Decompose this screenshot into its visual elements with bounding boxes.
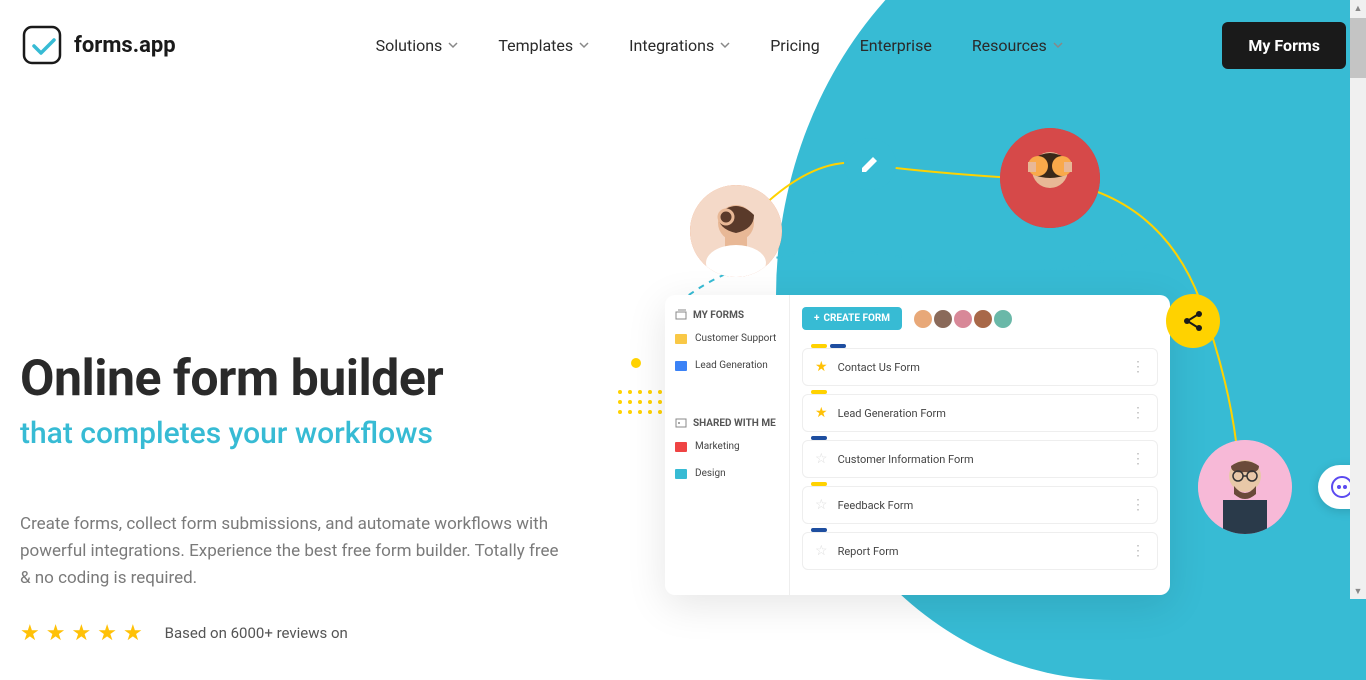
hero-section: Online form builder that completes your … [0,90,1366,646]
scroll-down-arrow[interactable]: ▼ [1350,583,1366,599]
hero-subtitle: that completes your workflows [20,416,1346,451]
scroll-up-arrow[interactable]: ▲ [1350,0,1366,16]
chevron-down-icon [579,40,589,50]
share-action-circle [1166,294,1220,348]
nav-pricing[interactable]: Pricing [770,36,820,55]
scrollbar-thumb[interactable] [1350,18,1366,78]
star-icon: ★ [123,621,143,646]
site-header: forms.app Solutions Templates Integratio… [0,0,1366,90]
hero-title: Online form builder [20,350,1346,408]
chevron-down-icon [448,40,458,50]
star-icon: ★ [46,621,66,646]
chevron-down-icon [1053,40,1063,50]
page-scrollbar[interactable]: ▲ ▼ [1350,0,1366,599]
rating-stars: ★ ★ ★ ★ ★ Based on 6000+ reviews on [20,621,1346,646]
review-count-text: Based on 6000+ reviews on [165,624,348,642]
brand-logo[interactable]: forms.app [20,23,176,67]
my-forms-button[interactable]: My Forms [1222,22,1346,69]
star-icon: ★ [20,621,40,646]
nav-templates[interactable]: Templates [498,36,589,55]
nav-enterprise[interactable]: Enterprise [860,36,932,55]
star-icon: ★ [71,621,91,646]
brand-name: forms.app [74,33,176,58]
logo-icon [20,23,64,67]
main-nav: Solutions Templates Integrations Pricing… [376,36,1063,55]
nav-integrations[interactable]: Integrations [629,36,730,55]
nav-solutions[interactable]: Solutions [376,36,459,55]
nav-resources[interactable]: Resources [972,36,1063,55]
chevron-down-icon [720,40,730,50]
hero-description: Create forms, collect form submissions, … [20,511,570,593]
star-icon: ★ [97,621,117,646]
share-icon [1181,309,1205,333]
